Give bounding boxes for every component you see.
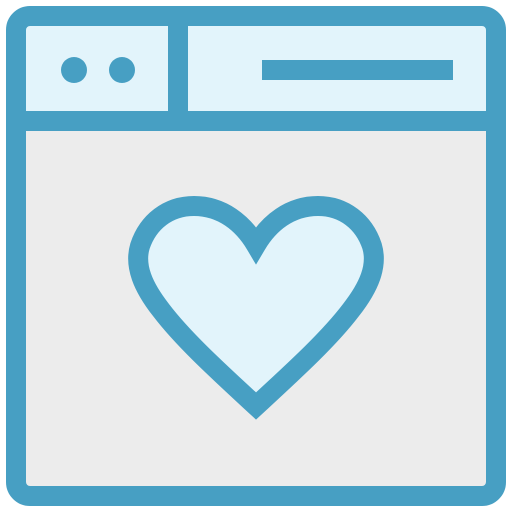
window-dot-icon bbox=[109, 57, 135, 83]
address-bar-line bbox=[262, 60, 453, 80]
browser-window-icon bbox=[6, 6, 506, 506]
browser-favorite-icon bbox=[0, 0, 512, 512]
window-dot-icon bbox=[61, 57, 87, 83]
